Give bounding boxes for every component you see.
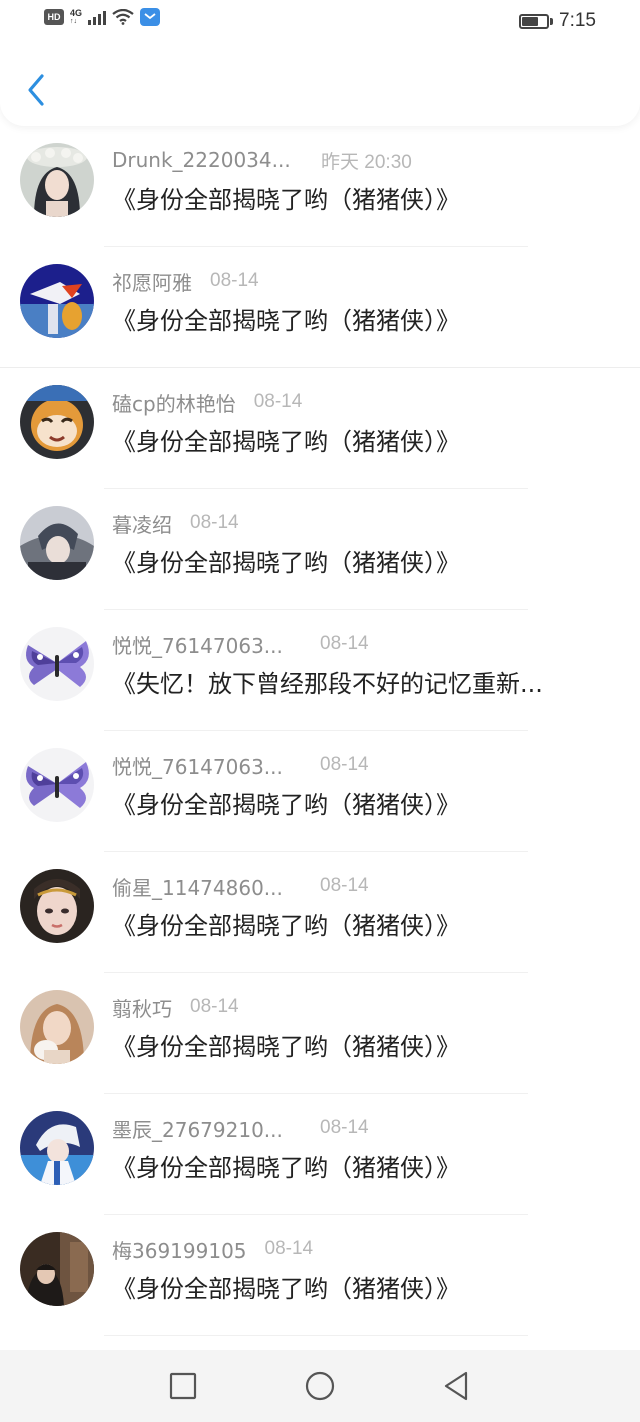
timestamp: 08-14 — [320, 754, 369, 775]
avatar[interactable] — [20, 264, 94, 338]
list-item[interactable]: 梅369199105 08-14 《身份全部揭晓了哟（猪猪侠）》 — [0, 1215, 640, 1336]
timestamp: 08-14 — [264, 1238, 314, 1259]
comment-text[interactable]: 《身份全部揭晓了哟（猪猪侠）》 — [112, 785, 612, 825]
comment-text[interactable]: 《身份全部揭晓了哟（猪猪侠）》 — [112, 422, 612, 462]
avatar[interactable] — [20, 869, 94, 943]
network-label: 4G — [70, 8, 83, 18]
list-item[interactable]: 磕cp的林艳怡 08-14 《身份全部揭晓了哟（猪猪侠）》 — [0, 368, 640, 489]
square-icon — [169, 1372, 197, 1400]
username[interactable]: 祁愿阿雅 — [112, 267, 192, 296]
avatar[interactable] — [20, 990, 94, 1064]
comment-meta: 暮凌绍 08-14 — [112, 509, 239, 537]
comment-text[interactable]: 《身份全部揭晓了哟（猪猪侠）》 — [112, 1027, 612, 1067]
timestamp: 08-14 — [320, 875, 369, 896]
status-bar: HD 4G ↑↓ 7:15 — [0, 0, 640, 44]
triangle-back-icon — [444, 1371, 468, 1401]
avatar[interactable] — [20, 1232, 94, 1306]
header-card: HD 4G ↑↓ 7:15 — [0, 0, 640, 126]
timestamp: 08-14 — [320, 1117, 369, 1138]
timestamp: 08-14 — [190, 512, 239, 533]
comment-meta: 悦悦_76147063... 08-14 — [112, 751, 369, 779]
list-item[interactable]: 暮凌绍 08-14 《身份全部揭晓了哟（猪猪侠）》 — [0, 489, 640, 610]
comment-meta: 梅369199105 08-14 — [112, 1235, 313, 1263]
username[interactable]: 墨辰_27679210... — [112, 1114, 308, 1143]
username[interactable]: 悦悦_76147063... — [112, 751, 308, 780]
username[interactable]: 悦悦_76147063... — [112, 630, 308, 659]
username[interactable]: 翦秋巧 — [112, 993, 172, 1022]
username[interactable]: 暮凌绍 — [112, 509, 172, 538]
comment-meta: 偷星_11474860... 08-14 — [112, 872, 369, 900]
system-back-button[interactable] — [436, 1368, 476, 1404]
avatar[interactable] — [20, 1111, 94, 1185]
network-indicator: 4G ↑↓ — [70, 8, 83, 26]
comment-meta: Drunk_2220034... 昨天 20:30 — [112, 146, 412, 174]
status-right: 7:15 — [519, 10, 596, 32]
divider — [104, 1335, 528, 1336]
list-item[interactable]: 偷星_11474860... 08-14 《身份全部揭晓了哟（猪猪侠）》 — [0, 852, 640, 973]
avatar[interactable] — [20, 385, 94, 459]
wifi-icon — [112, 9, 134, 25]
navigation-bar — [0, 1350, 640, 1422]
list-item[interactable]: 翦秋巧 08-14 《身份全部揭晓了哟（猪猪侠）》 — [0, 973, 640, 1094]
battery-icon — [519, 13, 554, 29]
list-item[interactable]: 祁愿阿雅 08-14 《身份全部揭晓了哟（猪猪侠）》 — [0, 247, 640, 368]
timestamp: 08-14 — [320, 633, 369, 654]
avatar[interactable] — [20, 748, 94, 822]
username[interactable]: Drunk_2220034... — [112, 148, 308, 172]
comment-text[interactable]: 《身份全部揭晓了哟（猪猪侠）》 — [112, 180, 612, 220]
status-left: HD 4G ↑↓ — [44, 8, 161, 26]
signal-icon — [88, 9, 107, 25]
comment-text[interactable]: 《身份全部揭晓了哟（猪猪侠）》 — [112, 301, 612, 341]
comment-text[interactable]: 《身份全部揭晓了哟（猪猪侠）》 — [112, 543, 612, 583]
back-button[interactable] — [18, 70, 54, 110]
timestamp: 08-14 — [253, 391, 303, 412]
timestamp: 08-14 — [210, 270, 259, 291]
data-arrows-icon: ↑↓ — [70, 18, 77, 25]
comment-text[interactable]: 《失忆！放下曾经那段不好的记忆重新... — [112, 664, 612, 704]
hd-badge: HD — [44, 9, 64, 25]
clock: 7:15 — [559, 10, 596, 31]
home-button[interactable] — [300, 1368, 340, 1404]
username[interactable]: 磕cp的林艳怡 — [112, 388, 236, 417]
list-item[interactable]: 悦悦_76147063... 08-14 《身份全部揭晓了哟（猪猪侠）》 — [0, 731, 640, 852]
avatar[interactable] — [20, 143, 94, 217]
comment-meta: 墨辰_27679210... 08-14 — [112, 1114, 369, 1142]
comment-meta: 翦秋巧 08-14 — [112, 993, 239, 1021]
comment-meta: 悦悦_76147063... 08-14 — [112, 630, 369, 658]
comment-text[interactable]: 《身份全部揭晓了哟（猪猪侠）》 — [112, 906, 612, 946]
timestamp: 08-14 — [190, 996, 239, 1017]
avatar[interactable] — [20, 627, 94, 701]
comment-text[interactable]: 《身份全部揭晓了哟（猪猪侠）》 — [112, 1269, 612, 1309]
list-item[interactable]: 墨辰_27679210... 08-14 《身份全部揭晓了哟（猪猪侠）》 — [0, 1094, 640, 1215]
comment-meta: 祁愿阿雅 08-14 — [112, 267, 259, 295]
comment-text[interactable]: 《身份全部揭晓了哟（猪猪侠）》 — [112, 1148, 612, 1188]
list-item[interactable]: 悦悦_76147063... 08-14 《失忆！放下曾经那段不好的记忆重新..… — [0, 610, 640, 731]
list-item[interactable]: Drunk_2220034... 昨天 20:30 《身份全部揭晓了哟（猪猪侠）… — [0, 126, 640, 247]
app-notification-icon — [140, 8, 161, 26]
avatar[interactable] — [20, 506, 94, 580]
chevron-left-icon — [28, 74, 44, 106]
circle-icon — [305, 1371, 335, 1401]
timestamp: 昨天 20:30 — [321, 151, 412, 173]
username[interactable]: 梅369199105 — [112, 1235, 247, 1264]
comment-list: Drunk_2220034... 昨天 20:30 《身份全部揭晓了哟（猪猪侠）… — [0, 126, 640, 1336]
screen: HD 4G ↑↓ 7:15 Drunk_2220034... 昨天 20:30 … — [0, 0, 640, 1422]
username[interactable]: 偷星_11474860... — [112, 872, 308, 901]
recents-button[interactable] — [163, 1368, 203, 1404]
comment-meta: 磕cp的林艳怡 08-14 — [112, 388, 302, 416]
